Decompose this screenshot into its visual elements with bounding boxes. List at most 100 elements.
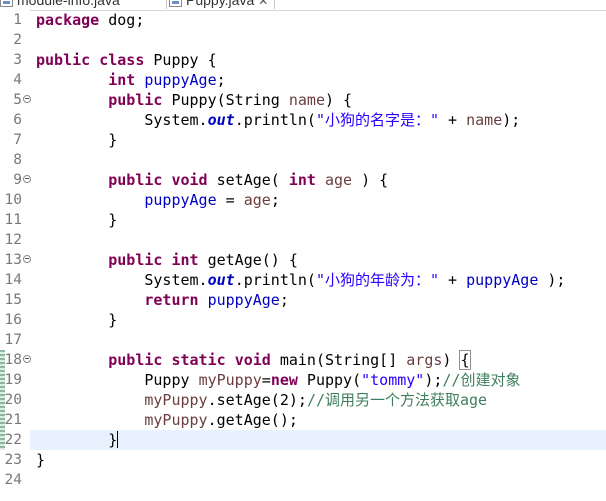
line-number: 14 bbox=[4, 272, 22, 288]
code-token: ) { bbox=[325, 91, 353, 109]
code-text: } bbox=[36, 430, 119, 450]
line-number: 13 bbox=[4, 252, 22, 268]
code-token: class bbox=[99, 51, 145, 69]
code-token: //创建对象 bbox=[442, 371, 521, 389]
code-token: int bbox=[108, 71, 136, 89]
code-text: public static void main(String[] args) { bbox=[36, 350, 471, 370]
code-token: Puppy { bbox=[144, 51, 217, 69]
tab-module-info[interactable]: module-info.java bbox=[0, 0, 126, 9]
code-line[interactable]: puppyAge = age; bbox=[30, 190, 606, 210]
tab-label: Puppy.java bbox=[186, 0, 255, 8]
code-token: ; bbox=[216, 71, 226, 89]
code-line[interactable]: myPuppy.getAge(); bbox=[30, 410, 606, 430]
code-line[interactable]: public int getAge() { bbox=[30, 250, 606, 270]
code-line[interactable]: public Puppy(String name) { bbox=[30, 90, 606, 110]
code-token: ); bbox=[424, 371, 443, 389]
gutter-row: 18 bbox=[0, 350, 31, 370]
code-token: myPuppy bbox=[144, 411, 208, 429]
gutter-row: 2 bbox=[0, 30, 30, 50]
java-file-icon bbox=[169, 0, 182, 7]
line-number: 3 bbox=[13, 52, 22, 68]
code-line[interactable]: System.out.println("小狗的年龄为：" + puppyAge … bbox=[30, 270, 606, 290]
code-line[interactable]: System.out.println("小狗的名字是：" + name); bbox=[30, 110, 606, 130]
code-line[interactable] bbox=[30, 150, 606, 170]
code-token: Puppy( bbox=[297, 371, 362, 389]
line-number: 19 bbox=[4, 372, 22, 388]
code-line[interactable] bbox=[30, 330, 606, 350]
code-token: dog; bbox=[99, 11, 145, 29]
code-line[interactable]: } bbox=[30, 210, 606, 230]
code-line[interactable] bbox=[30, 230, 606, 250]
code-token: Puppy bbox=[36, 371, 199, 389]
code-token: puppyAge bbox=[466, 271, 539, 289]
code-line[interactable] bbox=[30, 30, 606, 50]
code-text: } bbox=[36, 130, 117, 150]
line-number: 18 bbox=[4, 352, 22, 368]
code-text: System.out.println("小狗的年龄为：" + puppyAge … bbox=[36, 270, 565, 290]
code-token: System. bbox=[36, 271, 208, 289]
code-token: } bbox=[36, 431, 118, 449]
code-text: return puppyAge; bbox=[36, 290, 289, 310]
code-line[interactable]: int puppyAge; bbox=[30, 70, 606, 90]
code-line[interactable] bbox=[30, 470, 606, 490]
code-token: age bbox=[325, 171, 353, 189]
line-number-gutter[interactable]: 1 2 3 4 5 6 7 8 9 10 11 12 13 14 15 16 17 18 19 20 21 22 23 24 bbox=[0, 10, 31, 501]
code-text: myPuppy.setAge(2);//调用另一个方法获取age bbox=[36, 390, 487, 410]
gutter-row: 4 bbox=[0, 70, 30, 90]
code-line[interactable]: public void setAge( int age ) { bbox=[30, 170, 606, 190]
code-token: puppyAge bbox=[144, 191, 217, 209]
code-token: Puppy(String bbox=[162, 91, 289, 109]
code-line[interactable]: Puppy myPuppy=new Puppy("tommy");//创建对象 bbox=[30, 370, 606, 390]
code-line[interactable]: myPuppy.setAge(2);//调用另一个方法获取age bbox=[30, 390, 606, 410]
code-token: } bbox=[36, 211, 118, 229]
line-number: 8 bbox=[13, 152, 22, 168]
code-token: public bbox=[36, 51, 91, 69]
line-number: 6 bbox=[13, 112, 22, 128]
code-text: } bbox=[36, 210, 117, 230]
code-token: } bbox=[36, 311, 118, 329]
code-line[interactable]: return puppyAge; bbox=[30, 290, 606, 310]
code-line[interactable]: } bbox=[30, 430, 606, 450]
code-line[interactable]: public static void main(String[] args) { bbox=[30, 350, 606, 370]
code-token: .println( bbox=[234, 271, 316, 289]
gutter-row: 23 bbox=[0, 450, 30, 470]
code-token: out bbox=[207, 111, 235, 129]
code-token: public bbox=[108, 171, 163, 189]
gutter-row: 3 bbox=[0, 50, 30, 70]
code-text: public void setAge( int age ) { bbox=[36, 170, 388, 190]
close-icon[interactable]: ✕ bbox=[258, 0, 268, 8]
code-token: } bbox=[36, 131, 118, 149]
code-token: + bbox=[439, 111, 467, 129]
code-line[interactable]: } bbox=[30, 310, 606, 330]
line-number: 24 bbox=[4, 472, 22, 488]
code-editor[interactable]: package dog; public class Puppy { int pup… bbox=[30, 10, 606, 501]
line-number: 10 bbox=[4, 192, 22, 208]
code-line[interactable]: public class Puppy { bbox=[30, 50, 606, 70]
code-token: getAge() { bbox=[198, 251, 298, 269]
line-number: 12 bbox=[4, 232, 22, 248]
code-text: int puppyAge; bbox=[36, 70, 226, 90]
gutter-row: 8 bbox=[0, 150, 30, 170]
code-text: puppyAge = age; bbox=[36, 190, 279, 210]
code-line[interactable]: } bbox=[30, 450, 606, 470]
gutter-row: 20 bbox=[0, 390, 30, 410]
code-token: ); bbox=[502, 111, 521, 129]
code-line[interactable]: package dog; bbox=[30, 10, 606, 30]
gutter-row: 16 bbox=[0, 310, 30, 330]
code-token: name bbox=[288, 91, 325, 109]
code-token: void bbox=[171, 171, 208, 189]
code-line[interactable]: } bbox=[30, 130, 606, 150]
code-token: static bbox=[171, 351, 226, 369]
tab-puppy[interactable]: Puppy.java ✕ bbox=[166, 0, 276, 9]
line-number: 7 bbox=[13, 132, 22, 148]
code-token: + bbox=[439, 271, 467, 289]
code-token: //调用另一个方法获取age bbox=[306, 391, 488, 409]
line-number: 11 bbox=[4, 212, 22, 228]
